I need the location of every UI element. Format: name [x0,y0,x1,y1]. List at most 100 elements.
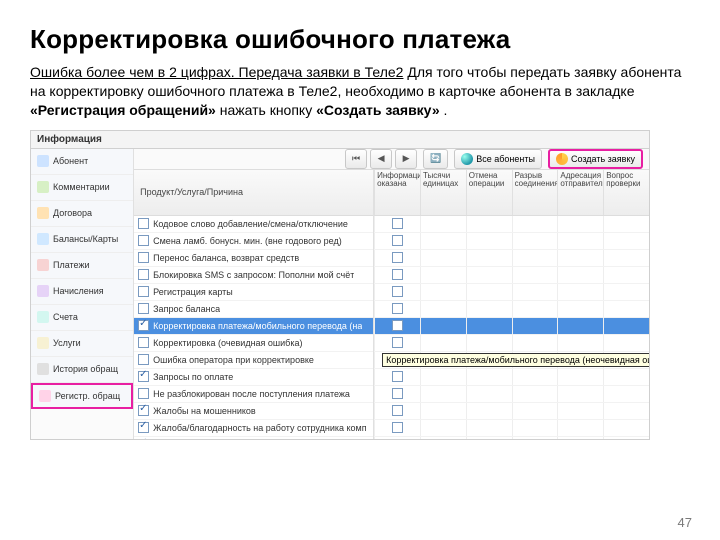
row-checkbox[interactable] [138,269,149,280]
sidebar-icon [37,363,49,375]
matrix-cell [603,267,649,283]
row-checkbox[interactable] [138,337,149,348]
matrix-header: Информация оказанаТысячи единицахОтмена … [374,170,649,216]
matrix-cell [512,267,558,283]
matrix-checkbox[interactable] [392,422,403,433]
matrix-row [374,335,649,352]
row-checkbox[interactable] [138,439,149,440]
list-row[interactable]: Жалоба/благодарность на работу сотрудник… [134,420,373,437]
matrix-checkbox[interactable] [392,218,403,229]
matrix-checkbox[interactable] [392,337,403,348]
row-checkbox[interactable] [138,218,149,229]
pager-prev-button[interactable]: ◀ [370,149,392,169]
matrix-cell [466,318,512,334]
matrix-cell [374,420,420,436]
create-request-button[interactable]: Создать заявку [548,149,643,169]
matrix-cell [374,335,420,351]
matrix-cell [466,437,512,440]
row-checkbox[interactable] [138,252,149,263]
matrix-checkbox[interactable] [392,252,403,263]
sidebar-item-7[interactable]: Услуги [31,331,133,357]
list-row[interactable]: Кодовое слово добавление/смена/отключени… [134,216,373,233]
matrix-cell [603,233,649,249]
matrix-row [374,267,649,284]
matrix-column: Информация оказанаТысячи единицахОтмена … [374,170,649,440]
matrix-cell [557,369,603,385]
prev-icon: ◀ [378,153,385,164]
row-label: Блокировка SMS с запросом: Пополни мой с… [153,270,354,280]
list-row[interactable]: Ошибка оператора при корректировке [134,352,373,369]
sidebar-icon [37,155,49,167]
matrix-cell [374,369,420,385]
list-row[interactable]: Блокировка SMS с запросом: Пополни мой с… [134,267,373,284]
matrix-cell [420,403,466,419]
all-subscribers-label: Все абоненты [476,154,535,164]
list-row[interactable]: Не разблокирован после поступления плате… [134,386,373,403]
list-row[interactable]: Корректировка платежа/мобильного перевод… [134,318,373,335]
sidebar-item-3[interactable]: Балансы/Карты [31,227,133,253]
row-checkbox[interactable] [138,235,149,246]
sidebar-item-5[interactable]: Начисления [31,279,133,305]
pager-first-button[interactable]: ⏮ [345,149,367,169]
matrix-cell [466,335,512,351]
list-row[interactable]: Перенос баланса, возврат средств [134,250,373,267]
app-header: Информация [31,131,649,149]
matrix-checkbox[interactable] [392,303,403,314]
matrix-row [374,233,649,250]
matrix-checkbox[interactable] [392,405,403,416]
matrix-cell [603,335,649,351]
next-icon: ▶ [403,153,410,164]
row-label: Не разблокирован после поступления плате… [153,389,350,399]
list-row[interactable]: Регистрация карты [134,284,373,301]
list-row[interactable]: Жалобы на мошенников [134,403,373,420]
matrix-row [374,318,649,335]
matrix-cell [420,284,466,300]
list-row[interactable]: Смена ламб. бонусн. мин. (вне годового р… [134,233,373,250]
list-row[interactable]: Корректировка (очевидная ошибка) [134,335,373,352]
pager-next-button[interactable]: ▶ [395,149,417,169]
matrix-cell [603,250,649,266]
matrix-cell [512,335,558,351]
sidebar-item-9[interactable]: Регистр. обращ [31,383,133,409]
sidebar-item-1[interactable]: Комментарии [31,175,133,201]
row-checkbox[interactable] [138,303,149,314]
matrix-checkbox[interactable] [392,286,403,297]
matrix-cell [603,386,649,402]
sidebar-item-6[interactable]: Счета [31,305,133,331]
row-checkbox[interactable] [138,286,149,297]
matrix-checkbox[interactable] [392,235,403,246]
matrix-header-cell: Адресация отправителя [557,170,603,215]
matrix-row [374,301,649,318]
list-row[interactable]: Входящий звонок/SMS от Теле2 [134,437,373,440]
row-checkbox[interactable] [138,422,149,433]
list-row[interactable]: Запросы по оплате [134,369,373,386]
sidebar-icon [37,311,49,323]
sidebar-item-0[interactable]: Абонент [31,149,133,175]
sidebar-item-2[interactable]: Договора [31,201,133,227]
matrix-cell [557,318,603,334]
sidebar-item-label: История обращ [53,364,118,374]
sidebar-item-4[interactable]: Платежи [31,253,133,279]
matrix-body [374,216,649,440]
create-request-label: Создать заявку [571,154,635,164]
sidebar-icon [37,233,49,245]
slide-subtitle: Ошибка более чем в 2 цифрах. Передача за… [30,63,690,120]
row-checkbox[interactable] [138,388,149,399]
sidebar-item-label: Комментарии [53,182,110,192]
all-subscribers-toggle[interactable]: Все абоненты [454,149,542,169]
matrix-checkbox[interactable] [392,269,403,280]
refresh-button[interactable]: 🔄 [423,149,448,169]
row-checkbox[interactable] [138,320,149,331]
spark-icon [556,153,568,165]
row-checkbox[interactable] [138,354,149,365]
row-checkbox[interactable] [138,405,149,416]
list-row[interactable]: Запрос баланса [134,301,373,318]
matrix-checkbox[interactable] [392,388,403,399]
sidebar-item-8[interactable]: История обращ [31,357,133,383]
matrix-checkbox[interactable] [392,320,403,331]
matrix-checkbox[interactable] [392,371,403,382]
matrix-cell [512,369,558,385]
matrix-cell [603,403,649,419]
matrix-cell [557,284,603,300]
row-checkbox[interactable] [138,371,149,382]
